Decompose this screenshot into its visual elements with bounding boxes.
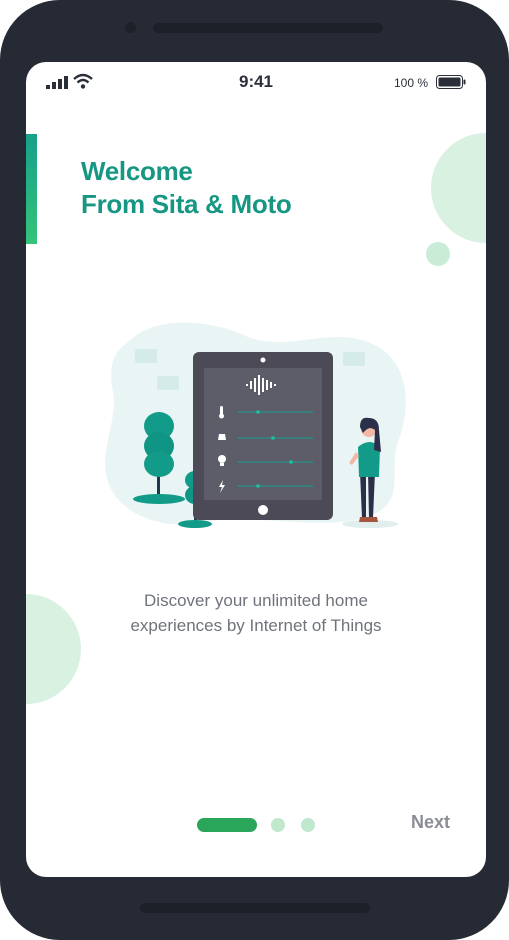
title-line-2: From Sita & Moto (81, 189, 292, 219)
camera (125, 22, 136, 33)
description-line-2: experiences by Internet of Things (130, 616, 382, 635)
speaker (153, 23, 383, 33)
accent-bar (26, 134, 37, 244)
next-button[interactable]: Next (411, 812, 450, 833)
status-bar: 9:41 100 % (26, 62, 486, 104)
decor-circle-top-right (431, 133, 486, 243)
iot-illustration (105, 322, 406, 528)
page-dot-2[interactable] (271, 818, 285, 832)
title-line-1: Welcome (81, 156, 193, 186)
screen: 9:41 100 % Welcome From Sita & Moto Disc… (26, 62, 486, 877)
page-title: Welcome From Sita & Moto (81, 155, 292, 221)
page-dot-active[interactable] (197, 818, 257, 832)
battery-percentage: 100 % (393, 76, 428, 90)
home-indicator (140, 903, 370, 913)
description-line-1: Discover your unlimited home (144, 591, 368, 610)
battery-icon (436, 75, 466, 89)
onboarding-description: Discover your unlimited home experiences… (26, 588, 486, 638)
tablet (193, 352, 333, 520)
phone-frame: 9:41 100 % Welcome From Sita & Moto Disc… (0, 0, 509, 940)
decor-circle-small (426, 242, 450, 266)
page-dot-3[interactable] (301, 818, 315, 832)
